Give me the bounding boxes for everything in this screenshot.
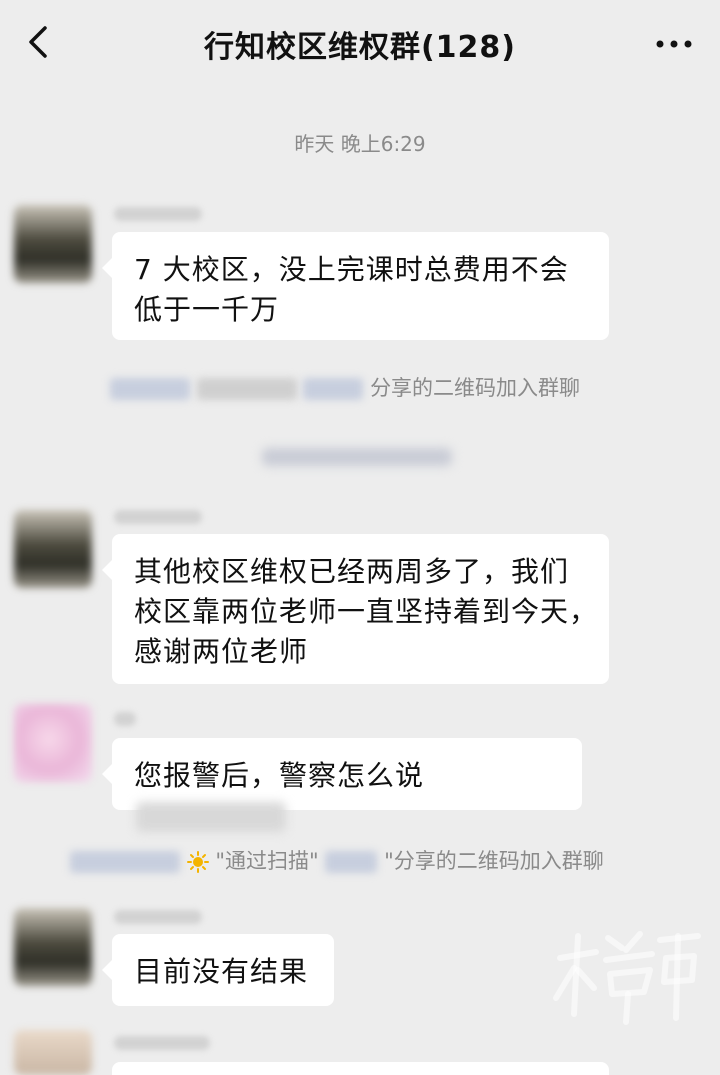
- system-notice-blurred: [262, 448, 452, 466]
- system-join-text: 分享的二维码加入群聊: [370, 376, 581, 400]
- system-join-notice: 分享的二维码加入群聊: [110, 372, 580, 402]
- watermark-logo: [553, 931, 701, 1025]
- message-bubble[interactable]: 您报警后，警察怎么说: [102, 738, 582, 832]
- system-join-text-suffix: "分享的二维码加入群聊: [384, 849, 604, 873]
- sender-name-blurred: [114, 207, 202, 221]
- avatar[interactable]: [14, 908, 92, 986]
- sun-emoji-icon: [186, 851, 209, 873]
- chat-header: 行知校区维权群(128): [0, 0, 720, 88]
- message-bubble-partial: [112, 1062, 609, 1075]
- avatar[interactable]: [14, 1030, 92, 1075]
- chat-title: 行知校区维权群(128): [203, 30, 517, 65]
- sender-name-blurred: [114, 910, 202, 924]
- message-text: 您报警后，警察怎么说: [134, 759, 425, 792]
- avatar[interactable]: [14, 205, 92, 283]
- more-button[interactable]: [654, 26, 694, 62]
- sender-name-blurred: [114, 1036, 210, 1050]
- avatar[interactable]: [14, 510, 92, 588]
- blurred-name: [303, 378, 364, 400]
- system-join-text-prefix: "通过扫描": [215, 849, 319, 873]
- more-dots-icon: [656, 40, 692, 48]
- blurred-name: [325, 851, 378, 873]
- blurred-name: [110, 378, 190, 400]
- message-timestamp: 昨天 晚上6:29: [294, 132, 426, 156]
- message-bubble[interactable]: 7 大校区，没上完课时总费用不会 低于一千万: [102, 232, 609, 340]
- message-bubble[interactable]: 目前没有结果: [102, 934, 334, 1006]
- system-join-notice: "通过扫描" "分享的二维码加入群聊: [70, 845, 604, 875]
- avatar[interactable]: [14, 704, 92, 782]
- sender-name-blurred: [114, 510, 202, 524]
- message-bubble[interactable]: 其他校区维权已经两周多了，我们 校区靠两位老师一直坚持着到今天， 感谢两位老师: [102, 534, 609, 684]
- blurred-name: [70, 851, 180, 873]
- blurred-name: [196, 378, 297, 400]
- sender-name-blurred: [114, 712, 136, 726]
- blurred-text: [136, 802, 286, 832]
